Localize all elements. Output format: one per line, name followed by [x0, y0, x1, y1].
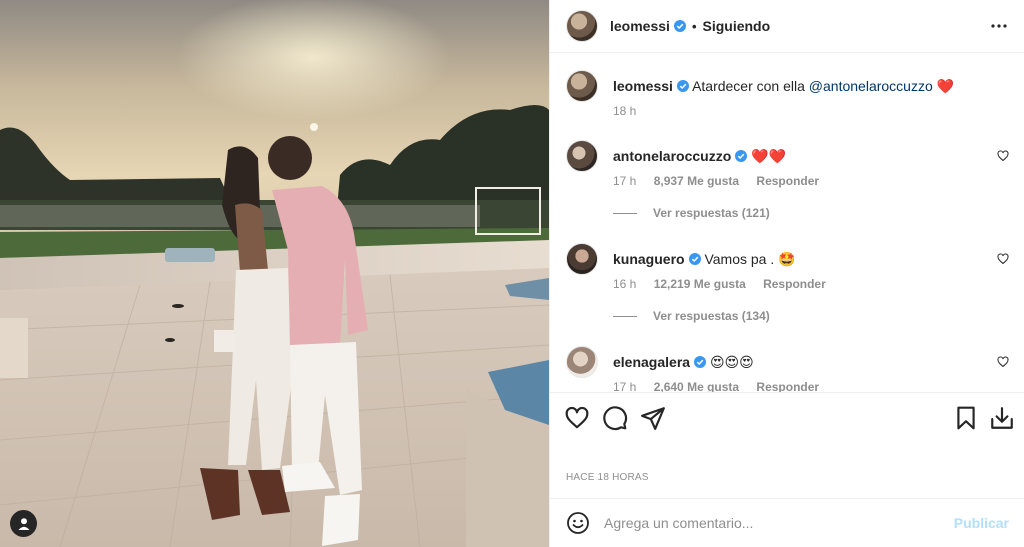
- bookmark-icon[interactable]: [953, 405, 979, 431]
- author-username[interactable]: leomessi: [610, 18, 670, 34]
- verified-badge-icon: [676, 80, 689, 92]
- replies-divider: [613, 315, 637, 317]
- replies-divider: [613, 212, 637, 214]
- comment-like-heart-icon[interactable]: [997, 150, 1009, 162]
- comment-text: antonelaroccuzzo ❤️❤️: [613, 147, 983, 165]
- comment-icon[interactable]: [602, 405, 628, 431]
- post-details-panel: leomessi • Siguiendo leomessi Atardecer …: [549, 0, 1024, 547]
- following-button[interactable]: Siguiendo: [703, 18, 771, 34]
- sunset-couple-photo: [0, 0, 549, 547]
- comment-row: kunaguero Vamos pa . 🤩 16 h 12,219 Me gu…: [566, 243, 1009, 333]
- verified-badge-icon: [735, 150, 748, 162]
- comment-like-heart-icon[interactable]: [997, 253, 1009, 265]
- comment-time[interactable]: 17 h: [613, 174, 636, 188]
- smiley-icon[interactable]: [566, 511, 590, 535]
- comment-time[interactable]: 16 h: [613, 277, 636, 291]
- view-replies-label: Ver respuestas (121): [653, 206, 770, 220]
- comment-input[interactable]: [604, 515, 944, 531]
- comment-reply-button[interactable]: Responder: [756, 380, 819, 392]
- comment-likes-count[interactable]: 12,219 Me gusta: [654, 277, 746, 291]
- caption-meta: 18 h: [613, 104, 650, 118]
- view-replies-label: Ver respuestas (134): [653, 309, 770, 323]
- view-replies-button[interactable]: Ver respuestas (121): [613, 206, 770, 220]
- caption-text: leomessi Atardecer con ella @antonelaroc…: [613, 77, 983, 95]
- comment-body: Vamos pa . 🤩: [704, 251, 796, 267]
- comment-username[interactable]: elenagalera: [613, 354, 690, 370]
- publish-button[interactable]: Publicar: [954, 515, 1009, 531]
- comment-row: elenagalera 😍😍😍 17 h 2,640 Me gusta Resp…: [566, 346, 1009, 392]
- caption-username[interactable]: leomessi: [613, 78, 673, 94]
- comment-username[interactable]: antonelaroccuzzo: [613, 148, 731, 164]
- verified-badge-icon: [688, 253, 701, 265]
- avatar[interactable]: [566, 10, 598, 42]
- comment-body: 😍😍😍: [709, 354, 754, 370]
- caption-row: leomessi Atardecer con ella @antonelaroc…: [566, 70, 1009, 130]
- post-photo[interactable]: [0, 0, 549, 547]
- paper-plane-icon[interactable]: [640, 405, 666, 431]
- comment-row: antonelaroccuzzo ❤️❤️ 17 h 8,937 Me gust…: [566, 140, 1009, 230]
- comment-meta: 17 h 2,640 Me gusta Responder: [613, 380, 833, 392]
- verified-badge-icon: [694, 356, 707, 368]
- comment-likes-count[interactable]: 8,937 Me gusta: [654, 174, 739, 188]
- caption-emoji: ❤️: [936, 78, 955, 94]
- instagram-post: leomessi • Siguiendo leomessi Atardecer …: [0, 0, 1024, 547]
- comments-list[interactable]: leomessi Atardecer con ella @antonelaroc…: [550, 54, 1024, 392]
- caption-time[interactable]: 18 h: [613, 104, 636, 118]
- heart-icon[interactable]: [564, 405, 590, 431]
- post-time-ago[interactable]: HACE 18 HORAS: [566, 472, 649, 483]
- more-options-icon[interactable]: [989, 16, 1009, 36]
- action-bar: [550, 392, 1024, 444]
- download-icon[interactable]: [989, 405, 1015, 431]
- avatar[interactable]: [566, 70, 598, 102]
- comment-reply-button[interactable]: Responder: [756, 174, 819, 188]
- comment-username[interactable]: kunaguero: [613, 251, 685, 267]
- comment-body: ❤️❤️: [751, 148, 787, 164]
- post-header: leomessi • Siguiendo: [550, 0, 1024, 53]
- comment-meta: 16 h 12,219 Me gusta Responder: [613, 277, 840, 291]
- comment-meta: 17 h 8,937 Me gusta Responder: [613, 174, 833, 188]
- comment-reply-button[interactable]: Responder: [763, 277, 826, 291]
- comment-text: kunaguero Vamos pa . 🤩: [613, 250, 983, 268]
- comment-likes-count[interactable]: 2,640 Me gusta: [654, 380, 739, 392]
- comment-composer: Publicar: [550, 498, 1024, 547]
- comment-text: elenagalera 😍😍😍: [613, 353, 983, 371]
- separator-dot: •: [691, 18, 697, 34]
- verified-badge-icon: [673, 20, 686, 32]
- view-replies-button[interactable]: Ver respuestas (134): [613, 309, 770, 323]
- caption-mention-link[interactable]: @antonelaroccuzzo: [809, 78, 933, 94]
- comment-time[interactable]: 17 h: [613, 380, 636, 392]
- caption-body: Atardecer con ella: [692, 78, 805, 94]
- user-tag-icon[interactable]: [10, 510, 37, 537]
- avatar[interactable]: [566, 243, 598, 275]
- avatar[interactable]: [566, 346, 598, 378]
- avatar[interactable]: [566, 140, 598, 172]
- comment-like-heart-icon[interactable]: [997, 356, 1009, 368]
